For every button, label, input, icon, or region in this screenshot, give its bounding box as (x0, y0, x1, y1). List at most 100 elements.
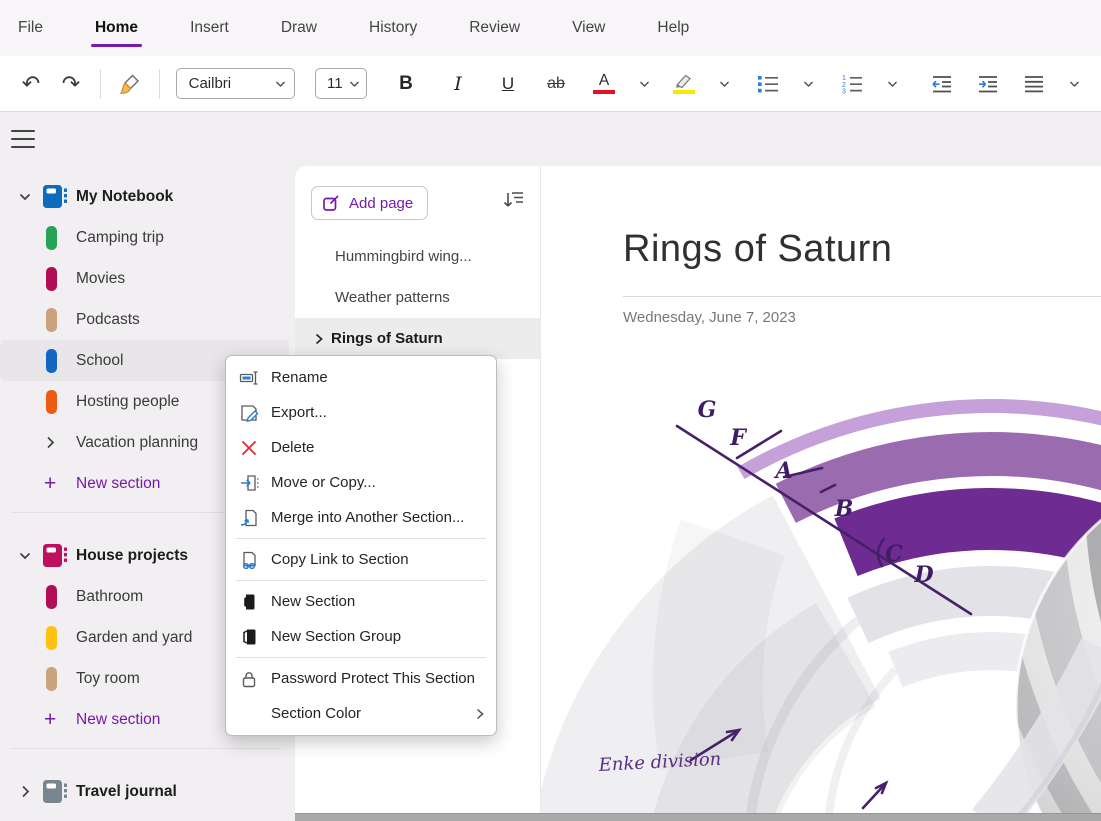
section-color-tab (40, 349, 76, 373)
menu-review[interactable]: Review (467, 15, 522, 41)
context-item-export[interactable]: Export... (226, 395, 496, 430)
context-item-section-color[interactable]: Section Color (226, 696, 496, 731)
page-title[interactable]: Rings of Saturn (623, 228, 892, 271)
chevron-down-icon (803, 80, 814, 88)
section-color-tab (40, 308, 76, 332)
redo-button[interactable]: ↷ (54, 64, 88, 104)
page-item-rings-of-saturn[interactable]: Rings of Saturn (295, 318, 540, 359)
chevron-down-icon[interactable] (10, 192, 40, 201)
section-color-tab (40, 226, 76, 250)
horizontal-scrollbar[interactable] (295, 813, 1101, 821)
section-name: Podcasts (76, 311, 140, 329)
context-item-rename[interactable]: Rename (226, 360, 496, 395)
highlight-button[interactable] (667, 64, 701, 104)
font-name-value: Cailbri (189, 75, 269, 92)
menu-help[interactable]: Help (655, 15, 691, 41)
context-item-merge[interactable]: Merge into Another Section... (226, 500, 496, 535)
chevron-right-icon[interactable] (40, 436, 76, 449)
redo-icon: ↷ (62, 71, 80, 97)
notebook-name: Travel journal (76, 783, 177, 801)
strikethrough-icon: ab (547, 75, 565, 93)
sidebar-section-podcasts[interactable]: Podcasts (0, 299, 295, 340)
chevron-down-icon (639, 80, 650, 88)
chevron-right-icon[interactable] (10, 785, 40, 798)
numbered-list-dropdown[interactable] (875, 64, 909, 104)
page-canvas[interactable]: Rings of Saturn Wednesday, June 7, 2023 (540, 166, 1101, 821)
italic-icon: I (454, 73, 462, 95)
section-name: School (76, 352, 123, 370)
sidebar-section-camping-trip[interactable]: Camping trip (0, 217, 295, 258)
menu-insert[interactable]: Insert (188, 15, 231, 41)
highlight-dropdown[interactable] (707, 64, 741, 104)
underline-button[interactable]: U (491, 64, 525, 104)
sidebar-section-movies[interactable]: Movies (0, 258, 295, 299)
format-painter-button[interactable] (113, 64, 147, 104)
undo-icon: ↶ (22, 71, 40, 97)
context-item-label: Delete (271, 439, 314, 456)
lock-icon (239, 669, 259, 689)
context-item-new-section-group[interactable]: New Section Group (226, 619, 496, 654)
title-divider (623, 296, 1101, 297)
context-item-delete[interactable]: Delete (226, 430, 496, 465)
menu-draw[interactable]: Draw (279, 15, 319, 41)
menu-history[interactable]: History (367, 15, 419, 41)
page-item-hummingbird[interactable]: Hummingbird wing... (295, 236, 540, 277)
plus-icon: + (40, 710, 76, 730)
numbered-list-button[interactable]: 123 (835, 64, 869, 104)
navigation-menu-button[interactable] (10, 128, 36, 150)
menu-bar: File Home Insert Draw History Review Vie… (0, 0, 1101, 56)
menu-file[interactable]: File (16, 15, 45, 41)
font-color-button[interactable]: A (587, 64, 621, 104)
bullet-list-dropdown[interactable] (791, 64, 825, 104)
rename-icon (239, 368, 259, 388)
strikethrough-button[interactable]: ab (539, 64, 573, 104)
add-page-button[interactable]: Add page (311, 186, 428, 220)
menu-home[interactable]: Home (93, 15, 140, 41)
increase-indent-button[interactable] (971, 64, 1005, 104)
section-name: Toy room (76, 670, 140, 688)
hamburger-icon (11, 130, 35, 132)
context-item-move-or-copy[interactable]: Move or Copy... (226, 465, 496, 500)
context-item-label: Copy Link to Section (271, 551, 409, 568)
font-name-select[interactable]: Cailbri (176, 68, 295, 99)
toolbar-divider (100, 69, 101, 99)
context-item-new-section[interactable]: New Section (226, 584, 496, 619)
toolbar-divider (159, 69, 160, 99)
sidebar-notebook-travel-journal[interactable]: Travel journal (0, 771, 295, 812)
sidebar-notebook-my-notebook[interactable]: My Notebook (0, 176, 295, 217)
undo-button[interactable]: ↶ (14, 64, 48, 104)
svg-text:G: G (698, 397, 717, 423)
context-menu-divider (236, 657, 486, 658)
align-dropdown[interactable] (1057, 64, 1091, 104)
font-size-select[interactable]: 11 (315, 68, 367, 99)
font-size-value: 11 (327, 75, 343, 92)
align-button[interactable] (1017, 64, 1051, 104)
sort-pages-button[interactable] (502, 190, 524, 210)
context-item-label: New Section (271, 593, 355, 610)
highlight-swatch (673, 90, 695, 95)
plus-icon: + (40, 474, 76, 494)
section-context-menu: Rename Export... Delete Move or Copy... … (225, 355, 497, 736)
svg-text:B: B (834, 496, 854, 522)
new-section-group-icon (239, 627, 259, 647)
context-item-copy-link[interactable]: Copy Link to Section (226, 542, 496, 577)
submenu-chevron-icon (476, 708, 484, 720)
menu-view[interactable]: View (570, 15, 607, 41)
chevron-right-icon[interactable] (315, 333, 323, 345)
decrease-indent-button[interactable] (925, 64, 959, 104)
bullet-list-button[interactable] (751, 64, 785, 104)
context-item-label: Password Protect This Section (271, 670, 475, 687)
context-item-password-protect[interactable]: Password Protect This Section (226, 661, 496, 696)
add-page-label: Add page (349, 195, 413, 212)
menu-home-label: Home (95, 19, 138, 36)
bold-button[interactable]: B (389, 64, 423, 104)
section-color-tab (40, 267, 76, 291)
page-item-weather-patterns[interactable]: Weather patterns (295, 277, 540, 318)
context-menu-divider (236, 538, 486, 539)
delete-icon (239, 438, 259, 458)
chevron-down-icon[interactable] (10, 551, 40, 560)
font-color-dropdown[interactable] (627, 64, 661, 104)
italic-button[interactable]: I (441, 64, 475, 104)
context-item-label: Section Color (271, 705, 361, 722)
underline-icon: U (502, 74, 514, 94)
